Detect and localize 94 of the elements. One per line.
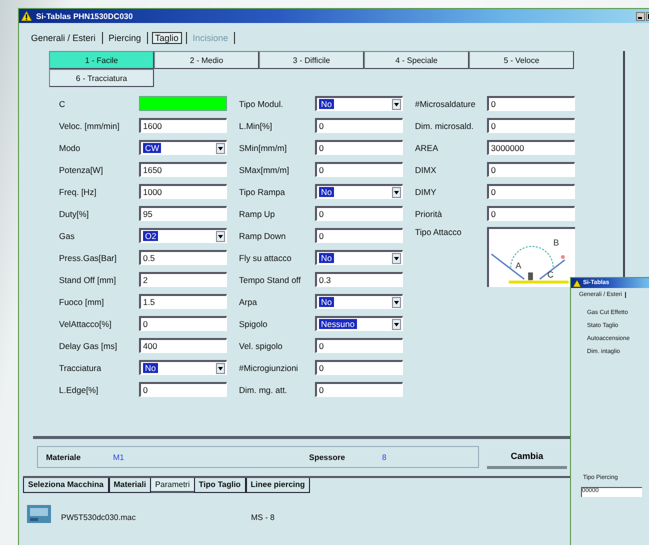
input-field[interactable]: 0.5 <box>139 250 227 265</box>
input-field[interactable]: 0 <box>315 162 403 177</box>
field-label: VelAttacco[%] <box>59 318 112 328</box>
warning-icon <box>573 280 581 286</box>
input-field[interactable]: 95 <box>139 206 227 221</box>
sub-tab[interactable]: 4 - Speciale <box>364 51 469 69</box>
input-field[interactable]: 0 <box>487 96 575 111</box>
field-label: L.Min[%] <box>239 120 274 130</box>
field-label: Priorità <box>415 208 443 218</box>
dropdown[interactable]: Nessuno <box>315 316 403 331</box>
field-label: Ramp Up <box>239 208 276 218</box>
input-field[interactable]: 0 <box>315 360 403 375</box>
input-field[interactable]: 1650 <box>139 162 227 177</box>
field-label: Tipo Rampa <box>239 186 286 196</box>
input-field[interactable]: 3000000 <box>487 140 575 155</box>
sub-tab[interactable]: 1 - Facile <box>49 51 154 69</box>
tab[interactable]: Linee piercing <box>246 478 310 493</box>
sub-tab[interactable]: 6 - Tracciatura <box>49 69 154 87</box>
sub-tab[interactable]: 5 - Veloce <box>469 51 574 69</box>
input-field[interactable]: 1.5 <box>139 294 227 309</box>
material-value: M1 <box>113 452 126 462</box>
field-label: Ramp Down <box>239 230 287 240</box>
warning-icon <box>21 11 32 21</box>
input-field[interactable]: 400 <box>139 338 227 353</box>
field-label: Duty[%] <box>59 208 90 218</box>
field-label: Delay Gas [ms] <box>59 340 118 350</box>
sub-tab[interactable]: 2 - Medio <box>154 51 259 69</box>
field-label: Fly su attacco <box>239 252 292 262</box>
field-label: Spigolo <box>239 318 268 328</box>
input-field[interactable]: 0.3 <box>315 272 403 287</box>
tab[interactable]: Piercing <box>106 33 144 43</box>
input-field[interactable]: 0 <box>315 118 403 133</box>
dropdown[interactable]: O2 <box>139 228 227 243</box>
input-field[interactable]: 0 <box>315 206 403 221</box>
window-title: Si-Tablas PHN1530DC030 <box>36 12 134 20</box>
field-label: Fuoco [mm] <box>59 296 105 306</box>
input-field[interactable]: 0 <box>487 162 575 177</box>
input-field[interactable]: 0 <box>139 316 227 331</box>
field-label: Vel. spigolo <box>239 340 284 350</box>
input-field[interactable]: 0 <box>487 184 575 199</box>
material-label: Materiale <box>46 452 82 462</box>
field-label: SMin[mm/m] <box>239 142 288 152</box>
thickness-label: Spessore <box>309 452 346 462</box>
machine-icon <box>27 503 51 523</box>
field-label: Dim. microsald. <box>415 120 475 130</box>
sub-tab[interactable]: 3 - Difficile <box>259 51 364 69</box>
input-field[interactable]: 1000 <box>139 184 227 199</box>
field-label: Stand Off [mm] <box>59 274 118 284</box>
field-label: Tempo Stand off <box>239 274 302 284</box>
field-label: Arpa <box>239 296 258 306</box>
field-label: Dim. mg. att. <box>239 384 288 394</box>
tab[interactable]: Taglio <box>152 32 182 44</box>
field-label: Press.Gas[Bar] <box>59 252 118 262</box>
field-label: Potenza[W] <box>59 164 104 174</box>
input-field[interactable]: 0 <box>315 338 403 353</box>
field-label: SMax[mm/m] <box>239 164 290 174</box>
field-label: Tipo Attacco <box>415 227 462 237</box>
tab[interactable]: Seleziona Macchina <box>23 478 109 493</box>
file-name: PW5T530dc030.mac <box>61 512 137 522</box>
input-field[interactable]: 0 <box>487 206 575 221</box>
attack-angle-drawing: A B C <box>489 229 573 285</box>
field-label: Tipo Modul. <box>239 98 284 108</box>
input-field[interactable]: 0 <box>315 140 403 155</box>
field-label: DIMX <box>415 164 438 174</box>
input-field[interactable]: 0 <box>487 118 575 133</box>
field-label: #Microsaldature <box>415 98 476 108</box>
dropdown[interactable]: No <box>315 250 403 265</box>
dropdown[interactable]: CW <box>139 140 227 155</box>
field-label: C <box>59 98 66 108</box>
field-label: Freq. [Hz] <box>59 186 98 196</box>
dropdown[interactable]: No <box>315 294 403 309</box>
input-field[interactable]: 0 <box>139 382 227 397</box>
input-field[interactable]: 0 <box>315 228 403 243</box>
dropdown[interactable]: No <box>315 96 403 111</box>
field-label: #Microgiunzioni <box>239 362 300 372</box>
color-swatch[interactable] <box>139 96 227 111</box>
dropdown[interactable]: No <box>315 184 403 199</box>
field-label: Veloc. [mm/min] <box>59 120 120 130</box>
field-label: L.Edge[%] <box>59 384 100 394</box>
input-field[interactable]: 2 <box>139 272 227 287</box>
field-label: Tracciatura <box>59 362 102 372</box>
field-label: DIMY <box>415 186 438 196</box>
field-label: AREA <box>415 142 440 152</box>
thickness-value: 8 <box>382 452 388 462</box>
input-field[interactable]: 0 <box>315 382 403 397</box>
minimize-button[interactable] <box>636 12 645 20</box>
tab[interactable]: Parametri <box>151 478 194 493</box>
field-label: Gas <box>59 230 76 240</box>
field-label: Modo <box>59 142 82 152</box>
tab[interactable]: Generali / Esteri <box>29 33 98 43</box>
input-field[interactable]: 1600 <box>139 118 227 133</box>
file-code: MS - 8 <box>251 512 275 522</box>
tab[interactable]: Tipo Taglio <box>194 478 246 493</box>
dropdown[interactable]: No <box>139 360 227 375</box>
